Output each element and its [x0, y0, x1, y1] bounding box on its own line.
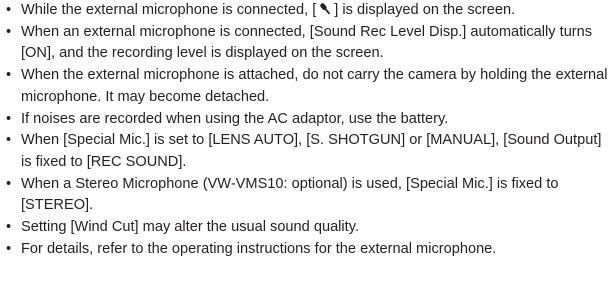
- note-item: • When [Special Mic.] is set to [LENS AU…: [4, 130, 610, 173]
- note-item: • When an external microphone is connect…: [4, 22, 610, 65]
- note-item: • When a Stereo Microphone (VW-VMS10: op…: [4, 174, 610, 217]
- note-text: While the external microphone is connect…: [21, 2, 317, 18]
- bullet: •: [6, 2, 12, 18]
- bullet: •: [6, 110, 12, 127]
- note-text: When an external microphone is connected…: [21, 23, 593, 62]
- bullet: •: [6, 219, 12, 236]
- bullet: •: [6, 240, 12, 257]
- external-microphone-icon: [317, 2, 333, 16]
- note-text: For details, refer to the operating inst…: [21, 240, 497, 257]
- notes-list: • While the external microphone is conne…: [4, 0, 610, 260]
- note-text-cont: ] is displayed on the screen.: [334, 2, 516, 18]
- note-item: • If noises are recorded when using the …: [4, 109, 610, 131]
- bullet: •: [6, 23, 12, 40]
- note-text: Setting [Wind Cut] may alter the usual s…: [21, 219, 359, 236]
- bullet: •: [6, 132, 12, 149]
- note-item: • When the external microphone is attach…: [4, 65, 610, 108]
- note-text: When [Special Mic.] is set to [LENS AUTO…: [21, 132, 602, 170]
- bullet: •: [6, 175, 12, 192]
- note-text: When a Stereo Microphone (VW-VMS10: opti…: [21, 175, 559, 214]
- note-text: When the external microphone is attached…: [21, 67, 608, 105]
- bullet: •: [6, 67, 12, 84]
- note-text: If noises are recorded when using the AC…: [21, 110, 449, 127]
- note-item: • Setting [Wind Cut] may alter the usual…: [4, 217, 610, 239]
- note-item: • For details, refer to the operating in…: [4, 239, 610, 261]
- note-item: • While the external microphone is conne…: [4, 0, 610, 22]
